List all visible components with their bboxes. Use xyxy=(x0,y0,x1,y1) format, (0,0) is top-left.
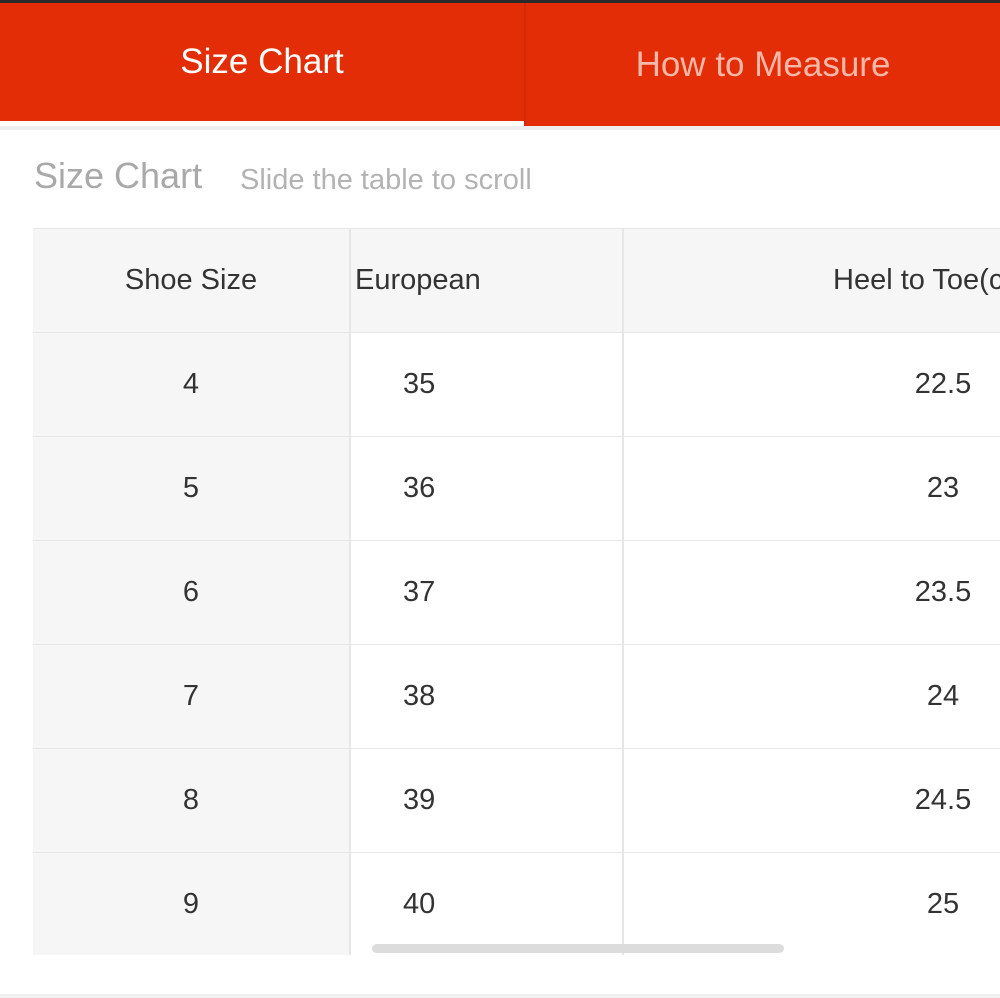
shoe-size-cell: 4 xyxy=(33,332,351,437)
header-european: European xyxy=(350,228,624,333)
table-row: 7 38 24 xyxy=(33,644,1000,749)
shoe-size-cell: 7 xyxy=(33,644,351,749)
tab-how-to-measure[interactable]: How to Measure xyxy=(526,3,1000,126)
heel-to-toe-cell: 24.5 xyxy=(623,748,1000,853)
tab-size-chart[interactable]: Size Chart xyxy=(0,3,524,121)
table-row: 5 36 23 xyxy=(33,436,1000,541)
table-header-row: Shoe Size European Heel to Toe(c xyxy=(33,228,1000,333)
table-row: 8 39 24.5 xyxy=(33,748,1000,853)
table-row: 6 37 23.5 xyxy=(33,540,1000,645)
european-cell: 35 xyxy=(350,332,624,437)
heel-to-toe-value: 23.5 xyxy=(914,576,972,608)
heel-to-toe-cell: 23.5 xyxy=(623,540,1000,645)
heel-to-toe-cell: 25 xyxy=(623,852,1000,955)
header-shadow xyxy=(0,126,1000,130)
size-table-scroll-area[interactable]: Shoe Size European Heel to Toe(c 4 35 22… xyxy=(33,228,1000,955)
european-cell: 36 xyxy=(350,436,624,541)
heel-to-toe-value: 22.5 xyxy=(914,368,972,400)
heel-to-toe-cell: 24 xyxy=(623,644,1000,749)
heel-to-toe-cell: 22.5 xyxy=(623,332,1000,437)
heel-to-toe-value: 23 xyxy=(926,472,960,504)
bottom-divider xyxy=(0,994,1000,998)
table-row: 9 40 25 xyxy=(33,852,1000,955)
european-cell: 39 xyxy=(350,748,624,853)
scroll-hint: Slide the table to scroll xyxy=(240,164,532,196)
shoe-size-cell: 9 xyxy=(33,852,351,955)
heel-to-toe-cell: 23 xyxy=(623,436,1000,541)
header-shoe-size: Shoe Size xyxy=(33,228,351,333)
table-row: 4 35 22.5 xyxy=(33,332,1000,437)
shoe-size-cell: 5 xyxy=(33,436,351,541)
european-cell: 37 xyxy=(350,540,624,645)
header-heel-to-toe: Heel to Toe(c xyxy=(623,228,1000,333)
horizontal-scrollbar[interactable] xyxy=(372,944,784,953)
heel-to-toe-value: 24 xyxy=(926,680,960,712)
european-cell: 38 xyxy=(350,644,624,749)
size-table: Shoe Size European Heel to Toe(c 4 35 22… xyxy=(33,228,1000,955)
heel-to-toe-value: 24.5 xyxy=(914,784,972,816)
european-cell: 40 xyxy=(350,852,624,955)
heel-to-toe-value: 25 xyxy=(926,888,960,920)
section-title: Size Chart xyxy=(34,155,203,196)
shoe-size-cell: 8 xyxy=(33,748,351,853)
shoe-size-cell: 6 xyxy=(33,540,351,645)
size-chart-page: Size Chart How to Measure Size Chart Sli… xyxy=(0,0,1000,998)
